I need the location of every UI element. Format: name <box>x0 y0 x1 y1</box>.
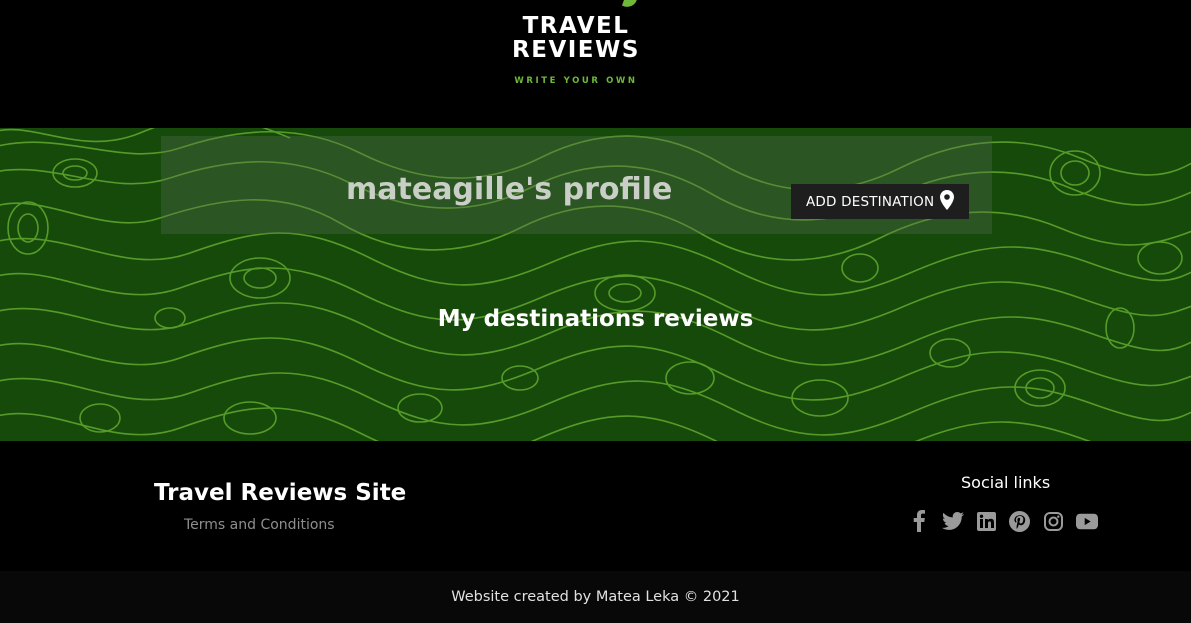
youtube-icon[interactable] <box>1075 510 1098 532</box>
terms-link[interactable]: Terms and Conditions <box>184 517 335 533</box>
add-destination-button[interactable]: ADD DESTINATION <box>791 184 969 219</box>
main-content: mateagille's profile ADD DESTINATION My … <box>0 128 1191 441</box>
linkedin-icon[interactable] <box>975 510 997 532</box>
instagram-icon[interactable] <box>1042 510 1064 532</box>
facebook-icon[interactable] <box>908 510 930 532</box>
copyright-bar: Website created by Matea Leka © 2021 <box>0 571 1191 623</box>
section-title: My destinations reviews <box>437 306 754 332</box>
social-links <box>908 510 1109 532</box>
copyright-text: Website created by Matea Leka © 2021 <box>451 589 740 605</box>
twitter-icon[interactable] <box>941 510 964 532</box>
profile-header-box: mateagille's profile ADD DESTINATION <box>161 136 992 234</box>
site-footer: Travel Reviews Site Terms and Conditions… <box>0 441 1191 571</box>
leaf-icon <box>621 0 639 10</box>
logo-line-reviews: REVIEWS <box>512 37 640 63</box>
map-pin-icon <box>940 190 955 213</box>
footer-site-name: Travel Reviews Site <box>154 480 407 506</box>
logo-tagline: WRITE YOUR OWN <box>514 76 638 86</box>
logo-line-travel: TRAVEL <box>522 13 630 39</box>
site-header: TRAVEL REVIEWS WRITE YOUR OWN <box>0 0 1191 128</box>
pinterest-icon[interactable] <box>1009 510 1031 532</box>
social-links-title: Social links <box>961 473 1051 492</box>
profile-title: mateagille's profile <box>346 172 673 207</box>
add-destination-label: ADD DESTINATION <box>806 193 935 210</box>
site-logo[interactable]: TRAVEL REVIEWS WRITE YOUR OWN <box>511 0 641 100</box>
